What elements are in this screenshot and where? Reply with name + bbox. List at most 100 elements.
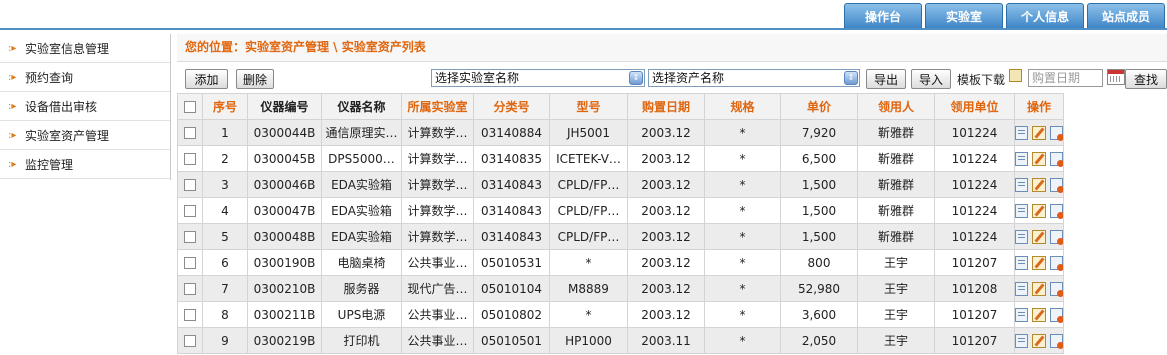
tab-profile[interactable]: 个人信息 [1006, 3, 1084, 28]
row-actions [1014, 223, 1064, 250]
table-row: 3 0300046B EDA实验箱 计算数学… 03140843 CPLD/FP… 2003… [177, 171, 1064, 198]
edit-icon[interactable] [1032, 229, 1046, 244]
view-icon[interactable] [1015, 151, 1029, 166]
sidebar-item-booking[interactable]: :▸ 预约查询 [0, 63, 170, 92]
sidebar-item-monitor[interactable]: :▸ 监控管理 [0, 150, 170, 179]
view-icon[interactable] [1015, 229, 1029, 244]
tab-members[interactable]: 站点成员 [1087, 3, 1165, 28]
cell-code: 0300211B [247, 301, 322, 328]
row-checkbox[interactable] [184, 231, 196, 243]
row-checkbox[interactable] [184, 309, 196, 321]
edit-icon[interactable] [1032, 177, 1046, 192]
row-actions [1014, 249, 1064, 276]
row-checkbox[interactable] [184, 127, 196, 139]
delete-icon[interactable] [1049, 281, 1063, 297]
select-all-checkbox[interactable] [184, 101, 196, 113]
edit-icon[interactable] [1032, 151, 1046, 166]
asset-select[interactable]: 选择资产名称 ⇕ [648, 69, 860, 87]
cell-code: 0300210B [247, 275, 322, 302]
cell-class: 05010531 [473, 249, 550, 276]
cell-spec: * [704, 197, 781, 224]
edit-icon[interactable] [1032, 307, 1046, 322]
cell-no: 9 [202, 327, 248, 354]
edit-icon[interactable] [1032, 203, 1046, 218]
cell-code: 0300047B [247, 197, 322, 224]
delete-icon[interactable] [1049, 203, 1063, 219]
delete-icon[interactable] [1049, 151, 1063, 167]
row-checkbox[interactable] [184, 283, 196, 295]
add-button[interactable]: 添加 [185, 69, 228, 89]
template-file-icon[interactable] [1009, 69, 1022, 82]
cell-unit: 101207 [934, 301, 1015, 328]
cell-name: 电脑桌椅 [321, 249, 402, 276]
delete-icon[interactable] [1049, 333, 1063, 349]
row-checkbox[interactable] [184, 205, 196, 217]
view-icon[interactable] [1015, 203, 1029, 218]
search-button[interactable]: 查找 [1125, 69, 1167, 89]
col-header[interactable]: 分类号 [473, 93, 550, 120]
row-checkbox[interactable] [184, 257, 196, 269]
col-header[interactable]: 所属实验室 [401, 93, 474, 120]
col-header[interactable]: 序号 [202, 93, 248, 120]
cell-no: 2 [202, 145, 248, 172]
cell-name: DPS5000… [321, 145, 402, 172]
col-header[interactable]: 单价 [780, 93, 858, 120]
cell-user: 王宇 [857, 275, 935, 302]
cell-unit: 101224 [934, 119, 1015, 146]
cell-spec: * [704, 171, 781, 198]
lab-select[interactable]: 选择实验室名称 ⇕ [431, 69, 645, 87]
cell-class: 03140843 [473, 197, 550, 224]
tab-lab[interactable]: 实验室 [925, 3, 1003, 28]
table-row: 9 0300219B 打印机 公共事业… 05010501 HP1000 2003.11 * 2… [177, 327, 1064, 354]
row-select-cell [177, 301, 203, 328]
select-all-cell [177, 93, 203, 120]
row-select-cell [177, 223, 203, 250]
cell-unit: 101224 [934, 197, 1015, 224]
row-checkbox[interactable] [184, 179, 196, 191]
view-icon[interactable] [1015, 281, 1029, 296]
col-header[interactable]: 领用人 [857, 93, 935, 120]
view-icon[interactable] [1015, 177, 1029, 192]
view-icon[interactable] [1015, 333, 1029, 348]
cell-name: 服务器 [321, 275, 402, 302]
template-download-link[interactable]: 模板下载 [957, 71, 1005, 88]
calendar-icon[interactable] [1107, 69, 1125, 85]
delete-icon[interactable] [1049, 229, 1063, 245]
tab-console[interactable]: 操作台 [844, 3, 922, 28]
cell-lab: 计算数学… [401, 119, 474, 146]
delete-icon[interactable] [1049, 307, 1063, 323]
cell-user: 靳雅群 [857, 119, 935, 146]
sidebar-item-assets[interactable]: :▸ 实验室资产管理 [0, 121, 170, 150]
delete-button[interactable]: 删除 [236, 69, 274, 89]
delete-icon[interactable] [1049, 255, 1063, 271]
row-checkbox[interactable] [184, 153, 196, 165]
view-icon[interactable] [1015, 125, 1029, 140]
edit-icon[interactable] [1032, 281, 1046, 296]
table-row: 8 0300211B UPS电源 公共事业… 05010802 * 2003.12 * 3,60… [177, 301, 1064, 328]
cell-spec: * [704, 249, 781, 276]
cell-spec: * [704, 145, 781, 172]
edit-icon[interactable] [1032, 125, 1046, 140]
col-header[interactable]: 型号 [549, 93, 628, 120]
row-checkbox[interactable] [184, 335, 196, 347]
cell-spec: * [704, 223, 781, 250]
delete-icon[interactable] [1049, 177, 1063, 193]
export-button[interactable]: 导出 [866, 69, 906, 89]
edit-icon[interactable] [1032, 333, 1046, 348]
cell-lab: 计算数学… [401, 171, 474, 198]
cell-price: 7,920 [780, 119, 858, 146]
purchase-date-input[interactable]: 购置日期 [1028, 69, 1103, 87]
view-icon[interactable] [1015, 307, 1029, 322]
sidebar-item-lab-info[interactable]: :▸ 实验室信息管理 [0, 34, 170, 63]
delete-icon[interactable] [1049, 125, 1063, 141]
cell-price: 52,980 [780, 275, 858, 302]
col-header[interactable]: 规格 [704, 93, 781, 120]
col-header[interactable]: 购置日期 [627, 93, 705, 120]
sidebar-item-loan-review[interactable]: :▸ 设备借出审核 [0, 92, 170, 121]
col-header[interactable]: 领用单位 [934, 93, 1015, 120]
edit-icon[interactable] [1032, 255, 1046, 270]
row-actions [1014, 119, 1064, 146]
import-button[interactable]: 导入 [911, 69, 951, 89]
cell-class: 05010104 [473, 275, 550, 302]
view-icon[interactable] [1015, 255, 1029, 270]
